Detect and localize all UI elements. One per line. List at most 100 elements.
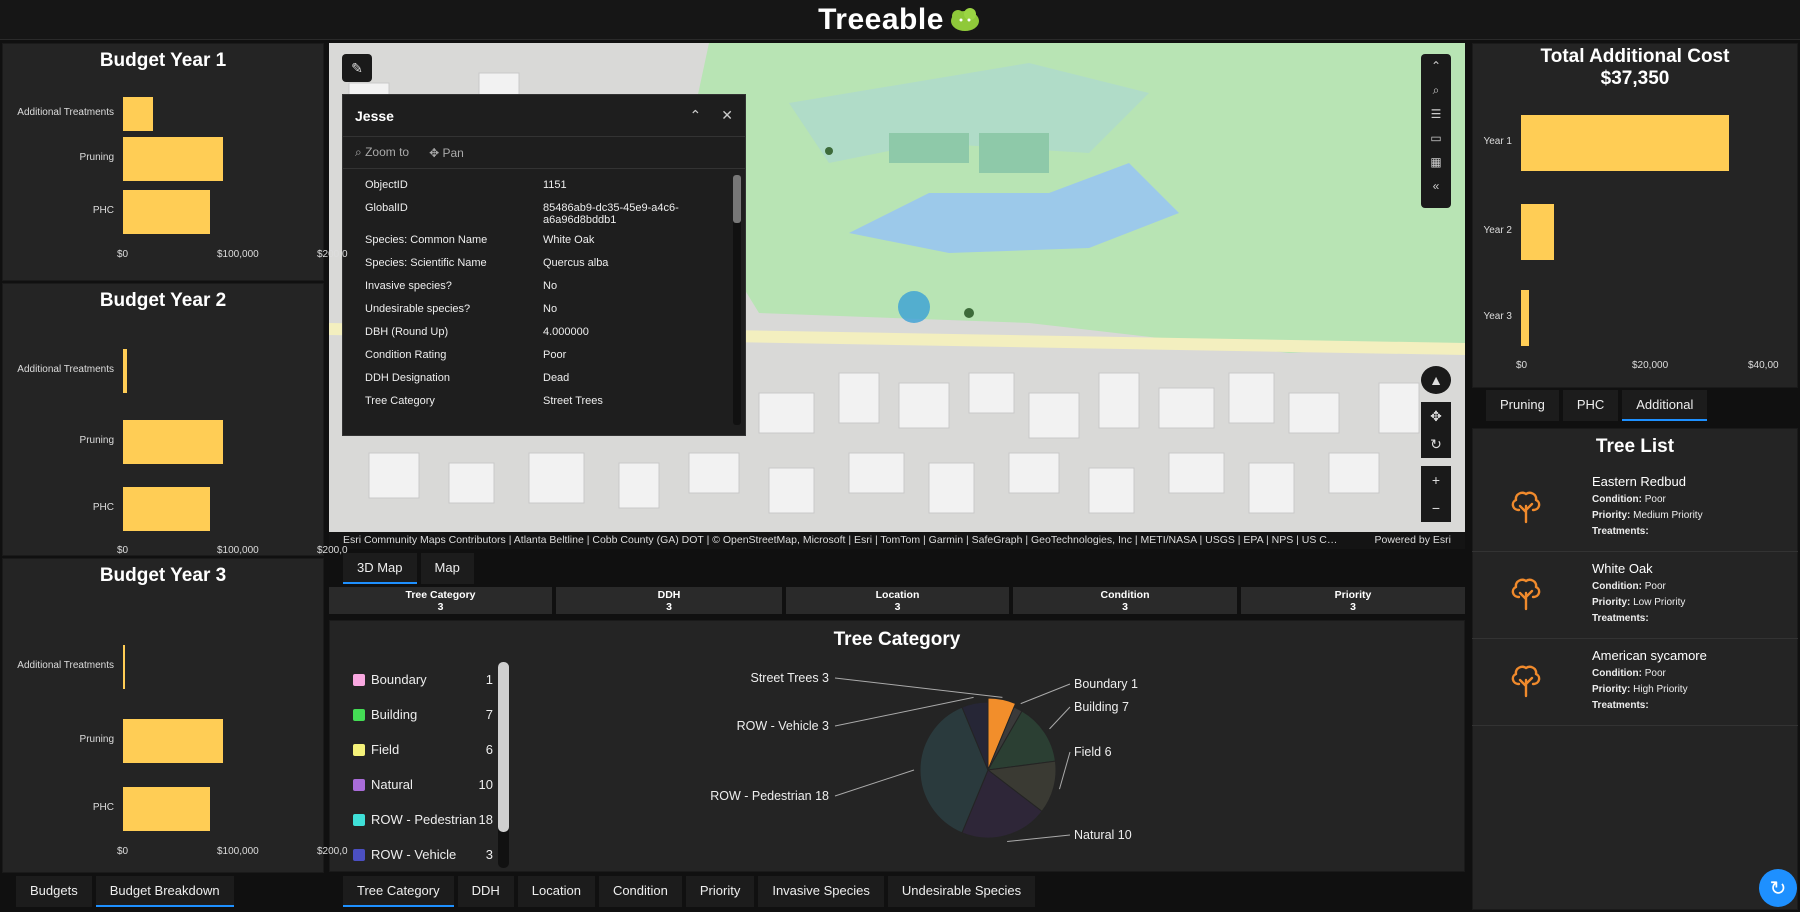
field-value: 4.000000 [543,326,589,338]
left-tabbar: Budgets Budget Breakdown [16,876,234,907]
bar-label: PHC [92,802,114,813]
qr-icon[interactable]: ▦ [1421,150,1451,174]
tree-icon [1508,662,1544,698]
pie-data-label: Street Trees 3 [750,671,829,685]
legend-item[interactable]: Natural 10 [353,777,493,792]
axis-tick-label: $100,000 [217,249,259,260]
additional-bar[interactable] [1521,115,1729,171]
refresh-icon[interactable]: ↻ [1759,869,1797,907]
budget-title: Budget Year 3 [99,565,227,586]
additional-bar[interactable] [1521,204,1554,260]
zoom-to-button[interactable]: ⌕ Zoom to [355,145,409,160]
pie-data-label: Building 7 [1074,700,1129,714]
zoom-in-icon[interactable]: + [1421,466,1451,494]
pan-tool-icon[interactable]: ✥ [1421,402,1451,430]
tab-3d-map[interactable]: 3D Map [343,553,417,584]
popup-field-row: Invasive species? No [343,276,745,299]
bar-label: Pruning [79,734,114,745]
tab-additional[interactable]: Additional [1622,390,1708,421]
pie-leader-line [1049,706,1071,730]
collapse-left-icon[interactable]: « [1421,174,1451,198]
budget-bar[interactable] [123,137,223,181]
axis-tick-label: $0 [117,545,129,556]
tree-list-item[interactable]: White Oak Condition: Poor Priority: Low Pr… [1472,553,1798,639]
tree-icon [1508,488,1544,524]
tab-map[interactable]: Map [420,553,474,584]
tab-pruning[interactable]: Pruning [1486,390,1559,421]
treatments-label: Treatments: [1592,700,1649,711]
tab-invasive-species[interactable]: Invasive Species [758,876,884,907]
tree-treatments: Treatments: [1592,526,1649,537]
legend-name: Boundary [371,672,427,687]
legend-item[interactable]: ROW - Vehicle 3 [353,847,493,862]
expand-icon[interactable]: ⌃ [1421,54,1451,78]
bar-label: Pruning [79,435,114,446]
zoom-out-icon[interactable]: − [1421,494,1451,522]
tab-phc[interactable]: PHC [1562,390,1619,421]
zoom-icon: ⌕ [355,145,366,159]
tab-location[interactable]: Location [517,876,595,907]
popup-title: Jesse [355,107,394,124]
tab-condition[interactable]: Condition [598,876,682,907]
filter-chip[interactable]: Condition 3 [1013,587,1237,614]
legend-item[interactable]: Boundary 1 [353,672,493,687]
tree-priority: Priority: High Priority [1592,684,1688,695]
field-value: No [543,303,558,315]
filter-chip[interactable]: DDH 3 [556,587,782,614]
additional-bar[interactable] [1521,290,1529,346]
axis-tick-label: $40,00 [1748,360,1779,371]
field-value: 1151 [543,179,567,191]
tab-undesirable-species[interactable]: Undesirable Species [887,876,1036,907]
search-icon[interactable]: ⌕ [1421,78,1451,102]
filter-chip[interactable]: Tree Category 3 [329,587,552,614]
pan-button[interactable]: ✥ Pan [429,146,464,160]
budget-bar[interactable] [123,190,210,234]
budget-bar[interactable] [123,487,210,531]
legend-value: 1 [485,672,493,687]
tree-list-item[interactable]: American sycamore Condition: Poor Priority… [1472,640,1798,726]
collapse-icon[interactable]: ⌃ [690,107,702,124]
attribution-text: Esri Community Maps Contributors | Atlan… [343,534,1343,546]
pencil-icon[interactable]: ✎ [342,54,372,82]
budget-bar[interactable] [123,719,223,763]
budget-bar[interactable] [123,787,210,831]
close-icon[interactable]: ✕ [721,107,733,124]
filter-count: 3 [437,601,444,613]
powered-by[interactable]: Powered by Esri [1375,534,1451,547]
legend-name: Building [371,707,418,722]
pie-leader-line [1007,834,1071,842]
filter-label: Priority [1334,589,1372,601]
pie-leader-line [834,769,915,797]
popup-scrollbar[interactable] [733,175,741,425]
tab-ddh[interactable]: DDH [457,876,514,907]
legend-item[interactable]: ROW - Pedestrian 18 [353,812,493,827]
tab-priority[interactable]: Priority [685,876,755,907]
legend-item[interactable]: Field 6 [353,742,493,757]
tree-list-item[interactable]: Eastern Redbud Condition: Poor Priority: M… [1472,466,1798,552]
filter-chip[interactable]: Location 3 [786,587,1009,614]
budget-bar[interactable] [123,349,127,393]
popup-field-row: ObjectID 1151 [343,175,745,198]
legend-item[interactable]: Building 7 [353,707,493,722]
bar-label: Year 1 [1483,136,1512,147]
list-icon[interactable]: ☰ [1421,102,1451,126]
priority-value: Medium Priority [1633,510,1703,521]
budget-bar[interactable] [123,420,223,464]
logo-text-1: Tree [818,2,882,36]
tab-tree-category[interactable]: Tree Category [343,876,454,907]
rotate-icon[interactable]: ↻ [1421,430,1451,458]
filter-count: 3 [894,601,901,613]
presentation-icon[interactable]: ▭ [1421,126,1451,150]
budget-bar[interactable] [123,97,153,131]
legend-name: Field [371,742,400,757]
budget-bar[interactable] [123,645,125,689]
popup-field-row: DDH Designation Dead [343,368,745,391]
compass-icon[interactable]: ▲ [1421,366,1451,394]
filter-count: 3 [666,601,672,613]
logo-bush-icon [950,7,979,31]
tree-condition: Condition: Poor [1592,581,1666,592]
priority-value: Low Priority [1633,597,1686,608]
tab-budget-breakdown[interactable]: Budget Breakdown [95,876,234,907]
tab-budgets[interactable]: Budgets [16,876,92,907]
filter-chip[interactable]: Priority 3 [1241,587,1465,614]
